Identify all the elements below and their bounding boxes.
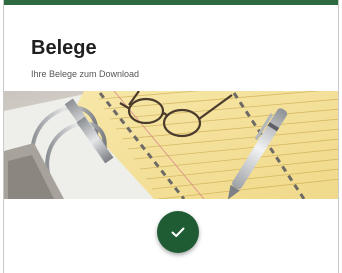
card-title: Belege [31, 37, 97, 59]
confirm-download-button[interactable] [157, 211, 199, 253]
document-card: Belege Ihre Belege zum Download [3, 0, 339, 273]
hero-image [4, 91, 338, 199]
check-icon [171, 227, 185, 237]
card-subtitle: Ihre Belege zum Download [31, 69, 140, 79]
accent-top-bar [4, 0, 338, 5]
